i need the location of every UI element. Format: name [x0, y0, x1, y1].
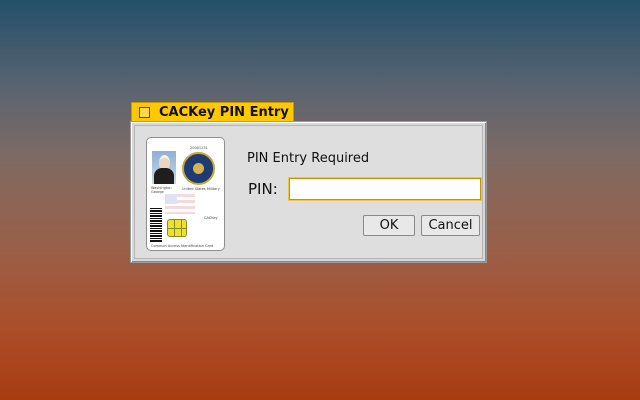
card-name-text: Washington George	[151, 186, 172, 194]
smartcard-chip-icon	[167, 219, 187, 237]
card-affiliation-text: United States Military	[182, 187, 220, 191]
flag-icon	[165, 194, 195, 214]
pin-prompt-text: PIN Entry Required	[247, 151, 370, 166]
dialog-client-area: 20001231 Washington George United States…	[134, 125, 483, 259]
barcode-icon	[150, 208, 162, 242]
cac-card-image: 20001231 Washington George United States…	[146, 137, 225, 251]
card-brand-text: CACKey	[204, 216, 218, 220]
pin-input[interactable]	[288, 177, 482, 201]
window-title: CACKey PIN Entry	[159, 105, 289, 120]
window-menu-icon[interactable]	[139, 107, 150, 118]
card-photo	[152, 151, 176, 184]
pin-label: PIN:	[248, 180, 278, 198]
ok-button[interactable]: OK	[363, 215, 415, 236]
window-titlebar[interactable]: CACKey PIN Entry	[131, 102, 294, 122]
card-footer-text: Common Access Identification Card	[151, 244, 214, 248]
cancel-button[interactable]: Cancel	[421, 215, 480, 236]
pin-entry-dialog: 20001231 Washington George United States…	[130, 121, 487, 263]
card-header-text: 20001231	[190, 146, 208, 150]
dod-seal-icon	[182, 152, 215, 185]
